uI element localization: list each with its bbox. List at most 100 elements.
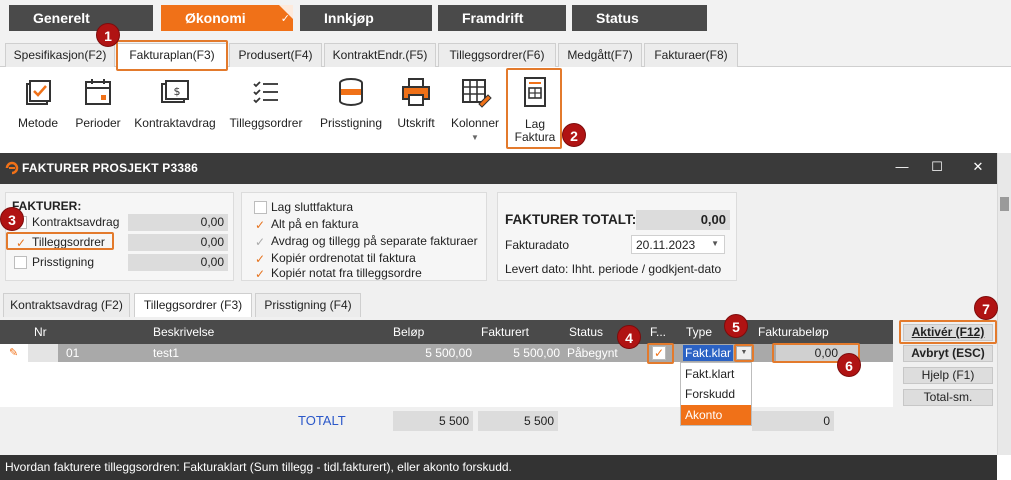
edit-pencil-icon: ✎ [9, 347, 19, 359]
callout-badge-6: 6 [837, 353, 861, 377]
sub-tab-spesifikasjon[interactable]: Spesifikasjon(F2) [5, 43, 115, 67]
scrollbar[interactable] [997, 153, 1011, 455]
tab-prisstigning[interactable]: Prisstigning (F4) [255, 293, 361, 317]
callout-badge-4: 4 [617, 325, 641, 349]
maximize-icon[interactable]: ☐ [929, 159, 945, 175]
sub-tab-tilleggsordrer[interactable]: Tilleggsordrer(F6) [438, 43, 556, 67]
coins-icon [339, 78, 363, 107]
chevron-down-icon[interactable]: ▼ [711, 239, 719, 248]
sub-tab-fakturaer[interactable]: Fakturaer(F8) [644, 43, 738, 67]
ribbon-label: Prisstigning [319, 116, 383, 130]
row-fakturert: 5 500,00 [476, 344, 564, 362]
checklist-icon [253, 81, 278, 104]
ribbon-label: Kolonner [450, 116, 500, 130]
avbryt-button[interactable]: Avbryt (ESC) [903, 345, 993, 362]
check-icon: ✓ [255, 235, 266, 249]
column-header-belop[interactable]: Beløp [393, 325, 424, 339]
tab-tilleggsordrer[interactable]: Tilleggsordrer (F3) [134, 293, 252, 317]
module-tab-okonomi[interactable]: Økonomi ✓ [161, 5, 293, 31]
module-tab-label: Økonomi [185, 10, 246, 26]
check-icon: ✓ [255, 252, 266, 266]
alt-pa-en-faktura-checkbox-label[interactable]: Alt på en faktura [271, 217, 358, 231]
total-sm-button[interactable]: Total-sm. [903, 389, 993, 406]
totalt-belop: 5 500 [393, 411, 473, 431]
separate-fakturaer-checkbox-label[interactable]: Avdrag og tillegg på separate fakturaer [271, 234, 478, 248]
sub-tab-medgatt[interactable]: Medgått(F7) [558, 43, 642, 67]
column-header-nr[interactable]: Nr [34, 325, 47, 339]
method-icon [26, 80, 51, 105]
column-header-type[interactable]: Type [686, 325, 712, 339]
fakturadato-value: 20.11.2023 [636, 238, 696, 252]
column-header-beskrivelse[interactable]: Beskrivelse [153, 325, 214, 339]
scrollbar-thumb[interactable] [1000, 197, 1009, 211]
hjelp-button[interactable]: Hjelp (F1) [903, 367, 993, 384]
ribbon-label: Kontraktavdrag [134, 116, 216, 130]
check-icon: ✓ [255, 218, 266, 232]
module-tab-generelt[interactable]: Generelt [9, 5, 153, 31]
lag-sluttfaktura-checkbox[interactable] [254, 201, 267, 214]
prisstigning-checkbox[interactable] [14, 256, 27, 269]
check-icon: ✓ [280, 13, 290, 25]
ribbon-button-perioder[interactable]: Perioder [71, 67, 125, 153]
highlight-tilleggsordrer [6, 232, 114, 250]
highlight-fakturer-checkbox [647, 343, 674, 364]
callout-badge-3: 3 [0, 207, 24, 231]
module-tab-status[interactable]: Status [572, 5, 707, 31]
sub-tab-kontraktendr[interactable]: KontraktEndr.(F5) [324, 43, 436, 67]
status-bar: Hvordan fakturere tilleggsordren: Faktur… [0, 455, 997, 480]
ribbon-label: Utskrift [397, 116, 435, 130]
ribbon-button-tilleggsordrer[interactable]: Tilleggsordrer [226, 67, 306, 153]
column-header-status[interactable]: Status [569, 325, 603, 339]
module-tab-label: Generelt [33, 10, 90, 26]
levert-dato-text: Levert dato: Ihht. periode / godkjent-da… [505, 262, 722, 276]
row-beskrivelse: test1 [148, 344, 388, 362]
module-tab-innkjop[interactable]: Innkjøp [300, 5, 432, 31]
column-header-fakturabelop[interactable]: Fakturabeløp [758, 325, 829, 339]
row-nr: 01 [58, 344, 148, 362]
callout-badge-7: 7 [974, 296, 998, 320]
fakturadato-picker[interactable]: 20.11.2023 ▼ [631, 235, 725, 254]
check-icon: ✓ [255, 267, 266, 281]
ribbon-button-prisstigning[interactable]: Prisstigning [318, 67, 384, 153]
close-icon[interactable]: ✕ [970, 159, 986, 175]
minimize-icon[interactable]: — [894, 159, 910, 175]
column-header-fakturert[interactable]: Fakturert [481, 325, 529, 339]
columns-icon [462, 79, 492, 108]
row-nr-gap [28, 344, 58, 362]
ribbon-button-kolonner[interactable]: Kolonner ▼ [447, 67, 503, 153]
sub-tab-produsert[interactable]: Produsert(F4) [229, 43, 322, 67]
grid-empty-area [0, 362, 893, 407]
total-value: 0,00 [636, 210, 730, 230]
table-row[interactable]: ✎ 01 test1 5 500,00 5 500,00 Påbegynt ✓ … [0, 344, 893, 362]
type-select[interactable]: Fakt.klar [683, 345, 733, 361]
ribbon-button-utskrift[interactable]: Utskrift [392, 67, 440, 153]
dialog-title-bar[interactable]: FAKTURER PROSJEKT P3386 — ☐ ✕ [0, 153, 997, 184]
dropdown-option-fakt-klart[interactable]: Fakt.klart [681, 364, 751, 384]
callout-badge-2: 2 [562, 123, 586, 147]
highlight-type-dropdown [734, 344, 754, 362]
dropdown-option-forskudd[interactable]: Forskudd [681, 384, 751, 404]
ribbon-button-metode[interactable]: Metode [13, 67, 63, 153]
callout-badge-1: 1 [96, 23, 120, 47]
column-header-f[interactable]: F... [650, 325, 666, 339]
kopier-notat-checkbox-label[interactable]: Kopiér notat fra tilleggsordre [271, 266, 422, 280]
fakturer-label: FAKTURER: [12, 199, 82, 213]
kontraktsavdrag-value: 0,00 [128, 214, 228, 231]
money-icon: $ [161, 80, 189, 103]
prisstigning-label: Prisstigning [32, 255, 95, 269]
module-tab-framdrift[interactable]: Framdrift [438, 5, 566, 31]
callout-badge-5: 5 [724, 314, 748, 338]
dropdown-option-akonto[interactable]: Akonto [681, 405, 751, 425]
totalt-fakturabelop: 0 [752, 411, 834, 431]
row-end [860, 344, 893, 362]
ribbon-button-kontraktavdrag[interactable]: $ Kontraktavdrag [131, 67, 219, 153]
tab-kontraktsavdrag[interactable]: Kontraktsavdrag (F2) [3, 293, 130, 317]
type-dropdown[interactable]: Fakt.klart Forskudd Akonto [680, 362, 752, 426]
highlight-lag-faktura [506, 68, 562, 149]
kopier-ordrenotat-checkbox-label[interactable]: Kopiér ordrenotat til faktura [271, 251, 416, 265]
calendar-icon [85, 79, 111, 105]
kontraktsavdrag-label: Kontraktsavdrag [32, 215, 120, 229]
dialog-title: FAKTURER PROSJEKT P3386 [22, 161, 198, 175]
ribbon-label: Tilleggsordrer [229, 116, 303, 130]
svg-text:$: $ [174, 85, 181, 98]
